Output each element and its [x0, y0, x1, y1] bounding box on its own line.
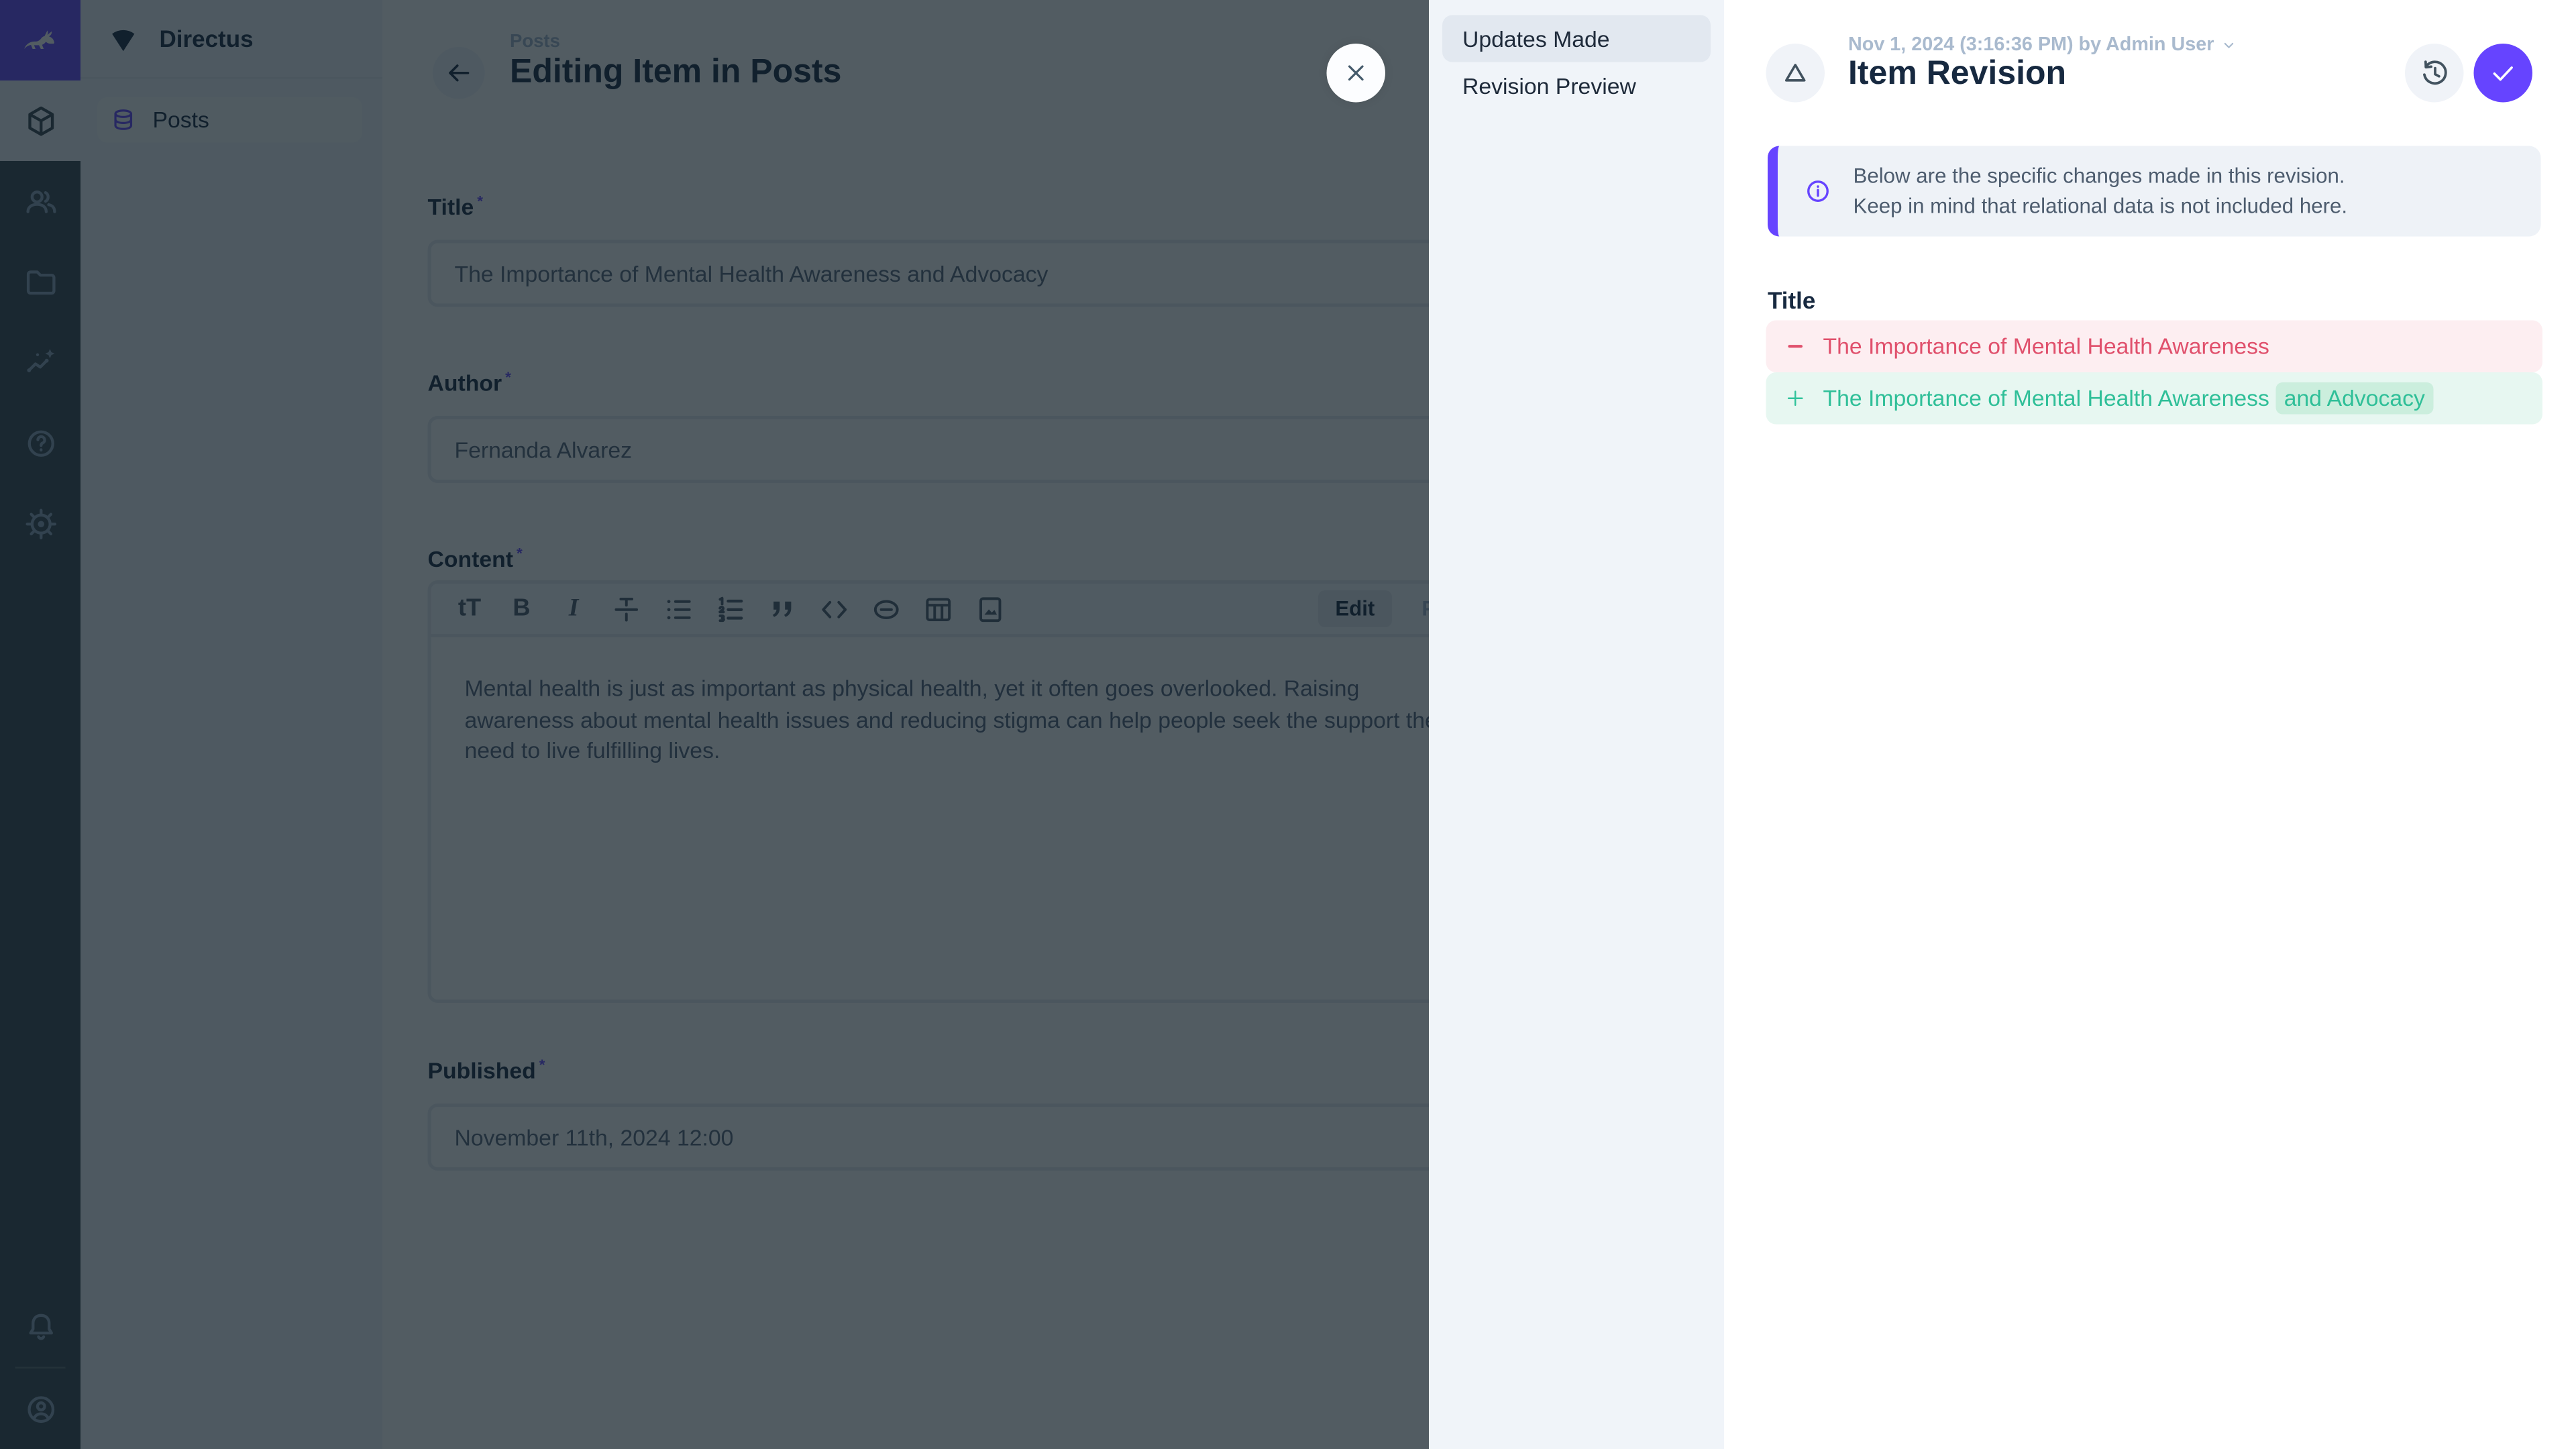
diff-removed-text: The Importance of Mental Health Awarenes… — [1823, 334, 2269, 360]
notice-line-2: Keep in mind that relational data is not… — [1854, 191, 2348, 221]
diff-field-label: Title — [1768, 287, 1815, 314]
close-button[interactable] — [1327, 44, 1386, 103]
drawer-nav: Updates Made Revision Preview — [1429, 0, 1724, 1449]
revision-drawer: Nov 1, 2024 (3:16:36 PM) by Admin User I… — [1724, 0, 2576, 1449]
notice-line-1: Below are the specific changes made in t… — [1854, 161, 2348, 191]
drawer-nav-item-revision-preview[interactable]: Revision Preview — [1442, 62, 1711, 109]
diff-added-highlight: and Advocacy — [2275, 382, 2433, 415]
diff-added-row: The Importance of Mental Health Awarenes… — [1766, 372, 2543, 425]
notice-text: Below are the specific changes made in t… — [1854, 161, 2348, 221]
check-icon — [2487, 57, 2520, 89]
revision-notice: Below are the specific changes made in t… — [1768, 146, 2541, 237]
plus-icon — [1784, 388, 1807, 410]
history-restore-icon — [2418, 56, 2451, 90]
diff-removed-row: The Importance of Mental Health Awarenes… — [1766, 321, 2543, 373]
close-icon — [1342, 59, 1371, 88]
revision-avatar — [1766, 44, 1825, 103]
drawer-nav-item-updates-made[interactable]: Updates Made — [1442, 15, 1711, 62]
info-icon — [1803, 176, 1833, 207]
drawer-title: Item Revision — [1848, 56, 2066, 95]
revision-meta-text: Nov 1, 2024 (3:16:36 PM) by Admin User — [1848, 36, 2214, 56]
revert-button[interactable] — [2405, 44, 2464, 103]
done-button[interactable] — [2474, 44, 2533, 103]
triangle-delta-icon — [1780, 57, 1812, 89]
diff-added-text: The Importance of Mental Health Awarenes… — [1823, 386, 2434, 411]
minus-icon — [1784, 335, 1807, 358]
revision-meta-dropdown[interactable]: Nov 1, 2024 (3:16:36 PM) by Admin User — [1848, 36, 2239, 56]
app-root: Directus Posts Posts Editing Item in Pos… — [0, 0, 2576, 1449]
chevron-down-icon — [2219, 36, 2239, 56]
